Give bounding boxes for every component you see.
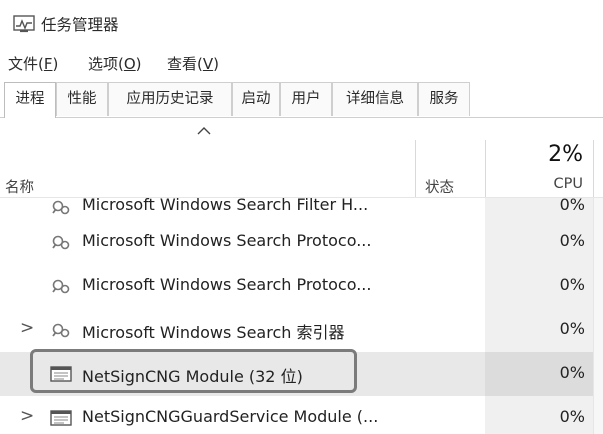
tab-bar-divider bbox=[0, 117, 603, 118]
process-cpu: 0% bbox=[559, 275, 585, 294]
expand-chevron-icon[interactable]: > bbox=[20, 318, 34, 338]
search-service-icon bbox=[52, 200, 70, 215]
title-bar: 任务管理器 bbox=[0, 0, 603, 46]
column-divider[interactable] bbox=[485, 140, 486, 198]
process-name: Microsoft Windows Search Protoco... bbox=[82, 275, 372, 294]
highlight-callout-box bbox=[30, 349, 357, 393]
search-service-icon bbox=[52, 235, 70, 250]
expand-chevron-icon[interactable]: > bbox=[20, 406, 34, 426]
process-cpu: 0% bbox=[559, 198, 585, 214]
tab-performance[interactable]: 性能 bbox=[56, 82, 108, 116]
window-title: 任务管理器 bbox=[41, 16, 119, 34]
process-row[interactable]: > Microsoft Windows Search 索引器 0% bbox=[0, 308, 603, 352]
tab-processes[interactable]: 进程 bbox=[4, 82, 56, 118]
process-name: Microsoft Windows Search Protoco... bbox=[82, 231, 372, 250]
application-window-icon bbox=[50, 410, 72, 426]
column-header: 名称 状态 2% CPU bbox=[0, 120, 603, 198]
process-name: Microsoft Windows Search 索引器 bbox=[82, 323, 345, 342]
cpu-total-usage: 2% bbox=[548, 142, 583, 167]
vertical-scrollbar[interactable] bbox=[593, 198, 603, 434]
tab-startup[interactable]: 启动 bbox=[232, 82, 280, 116]
menu-options[interactable]: 选项(O) bbox=[88, 53, 142, 74]
column-divider[interactable] bbox=[593, 140, 594, 198]
process-row[interactable]: Microsoft Windows Search Protoco... 0% bbox=[0, 264, 603, 308]
column-divider[interactable] bbox=[415, 140, 416, 198]
process-list: Microsoft Windows Search Filter H... 0% … bbox=[0, 198, 603, 434]
tab-app-history[interactable]: 应用历史记录 bbox=[108, 82, 232, 116]
task-manager-icon bbox=[13, 15, 35, 33]
process-cpu: 0% bbox=[559, 407, 585, 426]
process-cpu: 0% bbox=[559, 363, 585, 382]
search-service-icon bbox=[52, 323, 70, 338]
process-name: Microsoft Windows Search Filter H... bbox=[82, 198, 369, 214]
process-name: NetSignCNGGuardService Module (... bbox=[82, 407, 379, 426]
process-row[interactable]: > NetSignCNGGuardService Module (... 0% bbox=[0, 396, 603, 434]
process-row[interactable]: Microsoft Windows Search Filter H... 0% bbox=[0, 198, 603, 220]
column-status-header[interactable]: 状态 bbox=[425, 176, 454, 197]
tab-bar: 进程 性能 应用历史记录 启动 用户 详细信息 服务 bbox=[0, 80, 603, 120]
menu-view[interactable]: 查看(V) bbox=[167, 53, 219, 74]
process-cpu: 0% bbox=[559, 319, 585, 338]
sort-ascending-icon[interactable] bbox=[196, 126, 212, 136]
tab-services[interactable]: 服务 bbox=[418, 82, 470, 116]
search-service-icon bbox=[52, 279, 70, 294]
tab-details[interactable]: 详细信息 bbox=[332, 82, 418, 116]
tab-users[interactable]: 用户 bbox=[280, 82, 332, 116]
process-row[interactable]: Microsoft Windows Search Protoco... 0% bbox=[0, 220, 603, 264]
column-name-header[interactable]: 名称 bbox=[5, 176, 34, 197]
menu-bar: 文件(F) 选项(O) 查看(V) bbox=[0, 46, 603, 78]
process-cpu: 0% bbox=[559, 231, 585, 250]
column-cpu-header[interactable]: CPU bbox=[554, 176, 583, 192]
menu-file[interactable]: 文件(F) bbox=[8, 53, 58, 74]
